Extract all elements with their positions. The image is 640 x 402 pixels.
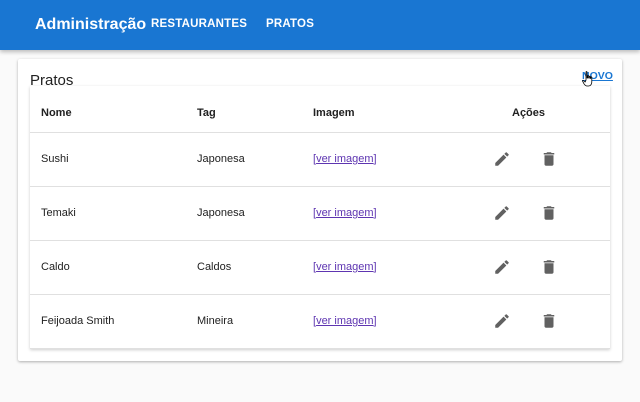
edit-icon[interactable]: [493, 312, 511, 330]
header-nome: Nome: [41, 107, 72, 119]
cell-tag: Japonesa: [197, 207, 245, 219]
edit-icon[interactable]: [493, 258, 511, 276]
table-row: Sushi Japonesa [ver imagem]: [30, 133, 610, 187]
header-imagem: Imagem: [313, 107, 355, 119]
cell-tag: Mineira: [197, 315, 234, 327]
delete-icon[interactable]: [540, 312, 558, 330]
nav-pratos[interactable]: PRATOS: [266, 18, 314, 30]
cell-tag: Japonesa: [197, 153, 245, 165]
ver-imagem-link[interactable]: ver imagem: [316, 261, 373, 273]
app-bar: Administração RESTAURANTES PRATOS: [0, 0, 640, 50]
cell-imagem: [ver imagem]: [313, 153, 377, 165]
hand-cursor-icon: [582, 71, 594, 87]
cell-imagem: [ver imagem]: [313, 315, 377, 327]
ver-imagem-link[interactable]: ver imagem: [316, 315, 373, 327]
cell-nome: Temaki: [41, 207, 76, 219]
cell-nome: Sushi: [41, 153, 69, 165]
table-row: Feijoada Smith Mineira [ver imagem]: [30, 295, 610, 349]
pratos-table: Nome Tag Imagem Ações Sushi Japonesa [ve…: [30, 86, 610, 349]
table-row: Caldo Caldos [ver imagem]: [30, 241, 610, 295]
cell-nome: Caldo: [41, 261, 70, 273]
cell-nome: Feijoada Smith: [41, 315, 115, 327]
app-title: Administração: [35, 16, 147, 33]
ver-imagem-link[interactable]: ver imagem: [316, 207, 373, 219]
delete-icon[interactable]: [540, 258, 558, 276]
cell-tag: Caldos: [197, 261, 232, 273]
nav-restaurantes[interactable]: RESTAURANTES: [151, 18, 247, 30]
edit-icon[interactable]: [493, 204, 511, 222]
delete-icon[interactable]: [540, 150, 558, 168]
table-row: Temaki Japonesa [ver imagem]: [30, 187, 610, 241]
pratos-card: Pratos NOVO Nome Tag Imagem Ações Sushi …: [18, 59, 622, 361]
cell-imagem: [ver imagem]: [313, 207, 377, 219]
ver-imagem-link[interactable]: ver imagem: [316, 153, 373, 165]
header-tag: Tag: [197, 107, 216, 119]
delete-icon[interactable]: [540, 204, 558, 222]
header-acoes: Ações: [512, 107, 546, 119]
edit-icon[interactable]: [493, 150, 511, 168]
cell-imagem: [ver imagem]: [313, 261, 377, 273]
table-header: Nome Tag Imagem Ações: [30, 86, 610, 133]
